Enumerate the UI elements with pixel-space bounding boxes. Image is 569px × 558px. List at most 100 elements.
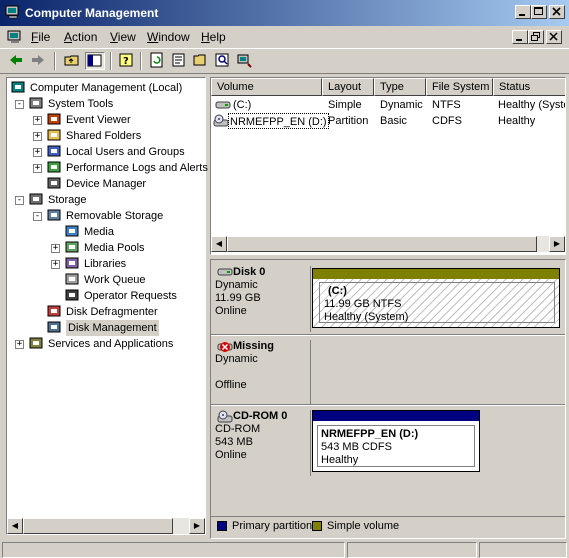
tree-item-computer-management-local[interactable]: Computer Management (Local) (7, 80, 203, 96)
removable-storage-icon (47, 209, 61, 221)
menu-file[interactable]: File (31, 30, 50, 44)
properties-icon (172, 53, 185, 67)
expand-icon[interactable]: + (33, 164, 42, 173)
tree-item-storage[interactable]: - Storage (7, 192, 203, 208)
tree-item-label: Event Viewer (66, 114, 131, 126)
tree-item-label: Operator Requests (84, 290, 177, 302)
volume-status: Healthy (System) (498, 99, 565, 111)
status-pane (479, 542, 567, 558)
mmc-document-icon[interactable] (7, 30, 23, 44)
scroll-left-button[interactable]: ◀ (7, 518, 23, 534)
missing-disk-info[interactable]: Missing Dynamic Offline (215, 340, 311, 406)
properties-button[interactable] (169, 52, 189, 70)
up-one-level-button[interactable] (62, 52, 82, 70)
status-pane (347, 542, 477, 558)
disk-0-info[interactable]: Disk 0 Dynamic 11.99 GB Online (215, 266, 311, 332)
volume-list[interactable]: Volume Layout Type File System Status (C… (210, 77, 566, 255)
forward-button[interactable] (28, 52, 48, 70)
scroll-right-button[interactable]: ▶ (189, 518, 205, 534)
tree-item-shared-folders[interactable]: + Shared Folders (7, 128, 203, 144)
minimize-icon (516, 39, 522, 41)
mdi-close-button[interactable] (546, 30, 562, 44)
refresh-button[interactable] (147, 52, 167, 70)
menu-action[interactable]: Action (64, 30, 97, 44)
tree-item-media-pools[interactable]: + Media Pools (7, 240, 203, 256)
back-button[interactable] (6, 52, 26, 70)
disk-state: Online (215, 449, 247, 461)
expand-icon[interactable]: + (33, 148, 42, 157)
title-bar[interactable]: Computer Management (0, 0, 569, 26)
close-icon (552, 7, 561, 16)
tree-item-system-tools[interactable]: - System Tools (7, 96, 203, 112)
tree-item-performance-logs-and-alerts[interactable]: + Performance Logs and Alerts (7, 160, 208, 176)
mdi-restore-button[interactable] (528, 30, 544, 44)
tree-item-removable-storage[interactable]: - Removable Storage (7, 208, 203, 224)
column-header-file-system[interactable]: File System (426, 78, 493, 96)
partition-name: NRMEFPP_EN (D:) (321, 428, 419, 440)
tree-item-libraries[interactable]: + Libraries (7, 256, 203, 272)
scroll-right-button[interactable]: ▶ (549, 236, 565, 252)
collapse-icon[interactable]: - (15, 100, 24, 109)
expand-icon[interactable]: + (51, 244, 60, 253)
expand-icon[interactable]: + (15, 340, 24, 349)
computer-icon (11, 81, 25, 93)
expand-icon[interactable]: + (33, 116, 42, 125)
legend-label: Simple volume (327, 520, 400, 532)
column-header-status[interactable]: Status (493, 78, 565, 96)
expand-icon[interactable]: + (51, 260, 60, 269)
scroll-thumb[interactable] (227, 236, 537, 252)
show-hide-tree-icon (87, 54, 102, 67)
minimize-button[interactable] (515, 5, 531, 19)
scroll-left-button[interactable]: ◀ (211, 236, 227, 252)
tree-item-local-users-and-groups[interactable]: + Local Users and Groups (7, 144, 203, 160)
connect-button[interactable] (235, 52, 255, 70)
maximize-button[interactable] (531, 5, 547, 19)
menu-window[interactable]: Window (147, 30, 190, 44)
media-pools-icon (65, 241, 79, 253)
tree-item-label: Disk Management (66, 320, 159, 336)
tree-item-label: Media Pools (84, 242, 145, 254)
tree-item-label: Performance Logs and Alerts (66, 162, 208, 174)
mdi-minimize-button[interactable] (512, 30, 528, 44)
partition-c[interactable]: (C:) 11.99 GB NTFS Healthy (System) (312, 268, 560, 328)
simple-volume-bar (313, 269, 559, 279)
tree-item-disk-defragmenter[interactable]: Disk Defragmenter (7, 304, 203, 320)
column-header-volume[interactable]: Volume (211, 78, 322, 96)
divider (211, 404, 565, 406)
help-button[interactable]: ? (117, 52, 137, 70)
tree-item-label: Computer Management (Local) (30, 82, 183, 94)
console-tree[interactable]: Computer Management (Local) - System Tools… (6, 77, 208, 535)
restore-icon (531, 32, 540, 41)
find-button[interactable] (213, 52, 233, 70)
column-header-type[interactable]: Type (374, 78, 426, 96)
column-header-layout[interactable]: Layout (322, 78, 374, 96)
tree-item-services-and-applications[interactable]: + Services and Applications (7, 336, 203, 352)
tree-item-device-manager[interactable]: Device Manager (7, 176, 203, 192)
scroll-thumb[interactable] (23, 518, 173, 534)
cdrom-0-info[interactable]: CD-ROM 0 CD-ROM 543 MB Online (215, 410, 311, 476)
forward-icon (32, 55, 44, 65)
menu-help[interactable]: Help (201, 30, 226, 44)
disk-state: Online (215, 305, 247, 317)
volume-list-horizontal-scrollbar[interactable]: ◀ ▶ (211, 236, 565, 252)
collapse-icon[interactable]: - (15, 196, 24, 205)
tree-horizontal-scrollbar[interactable]: ◀ ▶ (7, 518, 205, 534)
close-button[interactable] (549, 5, 565, 19)
legend-label: Primary partition (232, 520, 313, 532)
menu-view[interactable]: View (110, 30, 136, 44)
tree-item-operator-requests[interactable]: Operator Requests (7, 288, 203, 304)
tree-item-work-queue[interactable]: Work Queue (7, 272, 203, 288)
work-queue-icon (65, 273, 79, 285)
tree-item-media[interactable]: Media (7, 224, 203, 240)
tree-item-event-viewer[interactable]: + Event Viewer (7, 112, 203, 128)
collapse-icon[interactable]: - (33, 212, 42, 221)
show-hide-console-tree-button[interactable] (85, 52, 105, 70)
shared-folder-icon (47, 129, 61, 141)
toolbar-separator (110, 52, 112, 70)
computer-management-icon (5, 5, 19, 19)
open-button[interactable] (191, 52, 211, 70)
back-icon (10, 55, 22, 65)
partition-d[interactable]: NRMEFPP_EN (D:) 543 MB CDFS Healthy (312, 410, 480, 472)
expand-icon[interactable]: + (33, 132, 42, 141)
tree-item-disk-management[interactable]: Disk Management (7, 320, 203, 336)
